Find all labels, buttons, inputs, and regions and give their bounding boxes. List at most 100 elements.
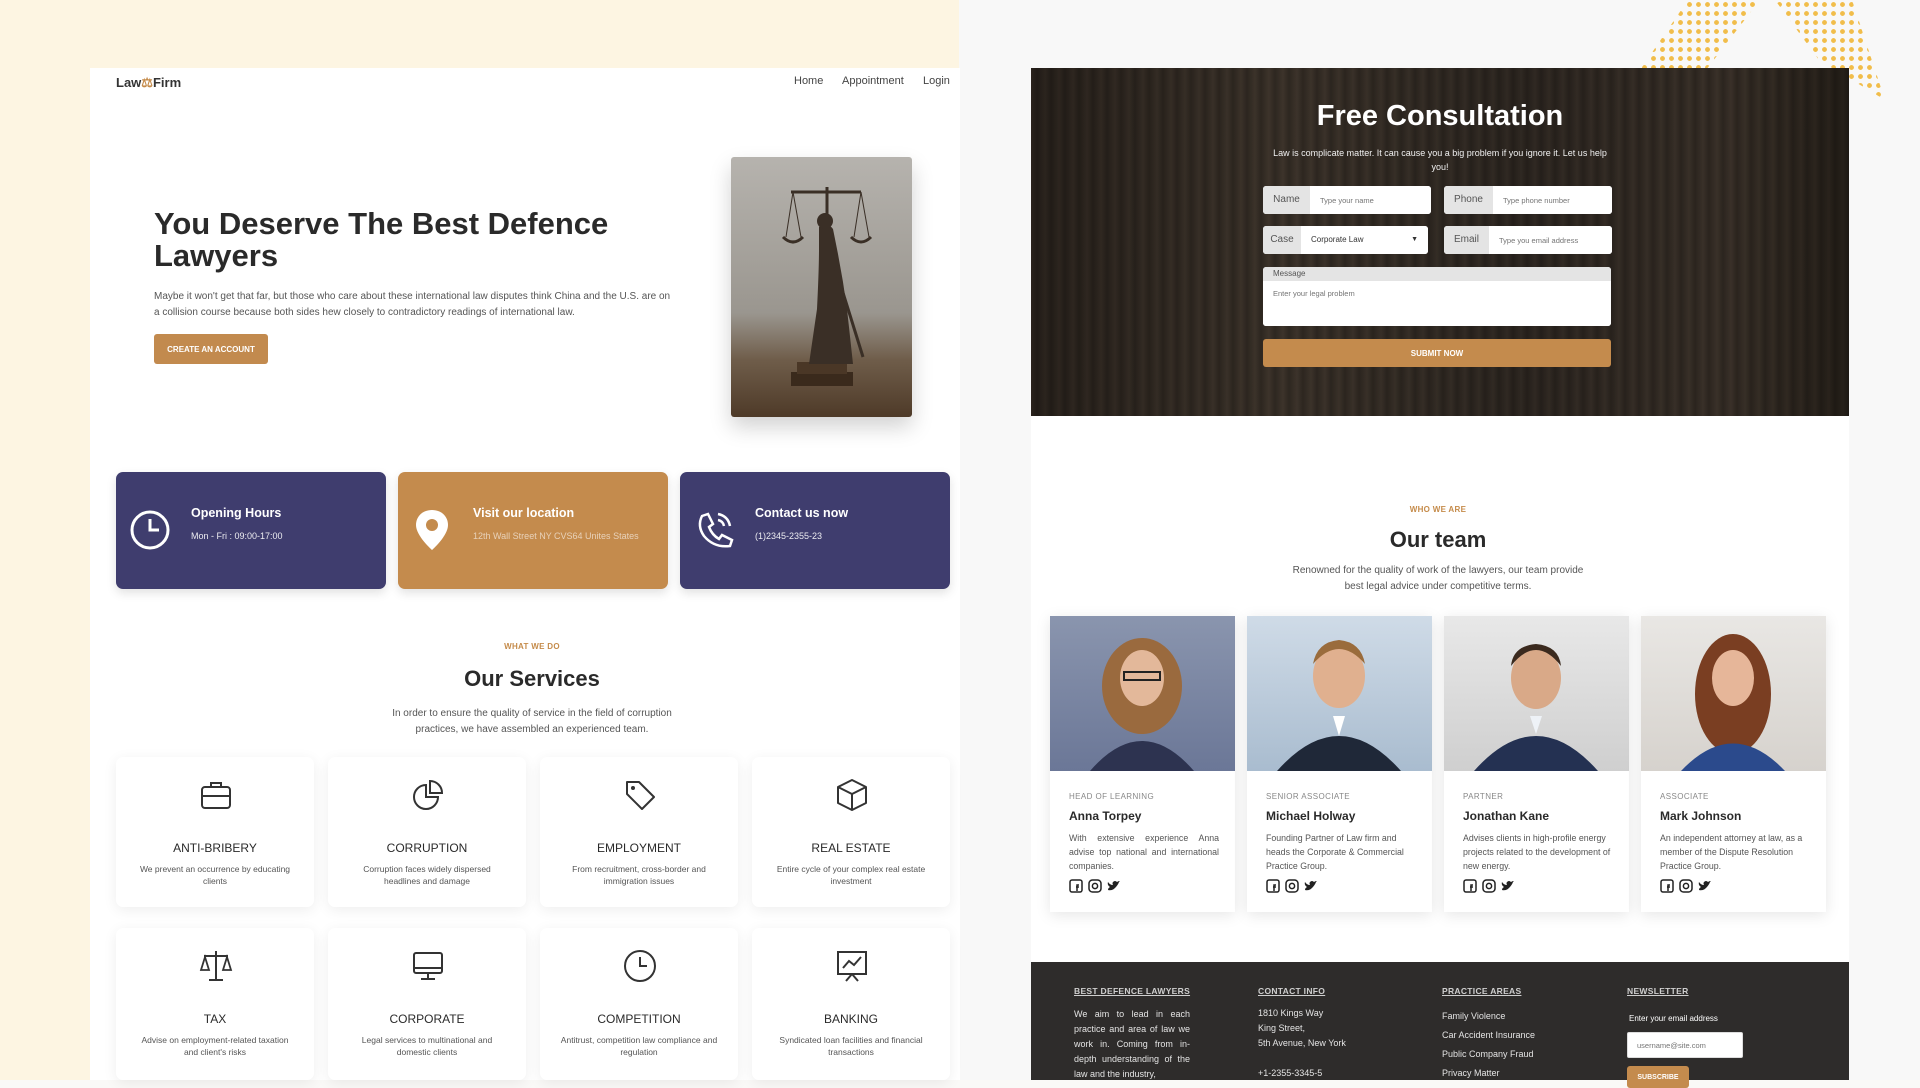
pie-chart-icon — [413, 779, 444, 810]
case-field: Case Corporate Law ▼ — [1263, 226, 1428, 254]
service-desc: Corruption faces widely dispersed headli… — [363, 864, 491, 886]
service-card-anti-bribery[interactable]: ANTI-BRIBERY We prevent an occurrence by… — [116, 757, 314, 907]
facebook-icon[interactable] — [1266, 879, 1280, 893]
twitter-icon[interactable] — [1698, 879, 1712, 893]
member-bio: Founding Partner of Law firm and heads t… — [1266, 833, 1404, 871]
nav-home-link[interactable]: Home — [794, 75, 823, 87]
phone-input[interactable] — [1493, 186, 1612, 214]
service-card-real-estate[interactable]: REAL ESTATE Entire cycle of your complex… — [752, 757, 950, 907]
service-name: BANKING — [823, 1012, 878, 1026]
twitter-icon[interactable] — [1501, 879, 1515, 893]
nav-login-link[interactable]: Login — [923, 75, 950, 87]
member-bio: An independent attorney at law, as a mem… — [1660, 833, 1803, 871]
member-role: HEAD OF LEARNING — [1069, 792, 1155, 801]
site-logo[interactable]: Law⚖Firm — [116, 75, 181, 91]
service-name: CORRUPTION — [386, 841, 468, 855]
team-member-card[interactable]: HEAD OF LEARNING Anna Torpey With extens… — [1050, 616, 1235, 912]
service-name: COMPETITION — [597, 1012, 681, 1026]
service-name: TAX — [203, 1012, 227, 1026]
service-card-tax[interactable]: TAX Advise on employment-related taxatio… — [116, 928, 314, 1080]
member-bio: With extensive experience Anna advise to… — [1069, 833, 1219, 871]
nav-appointment-link[interactable]: Appointment — [842, 75, 904, 87]
chart-board-icon — [837, 951, 867, 982]
footer-contact-heading: CONTACT INFO — [1258, 986, 1326, 996]
twitter-icon[interactable] — [1304, 879, 1318, 893]
name-label: Name — [1263, 186, 1310, 214]
service-name: REAL ESTATE — [811, 841, 891, 855]
facebook-icon[interactable] — [1660, 879, 1674, 893]
name-input[interactable] — [1310, 186, 1431, 214]
footer-practice-link[interactable]: Family Violence — [1442, 1011, 1505, 1021]
site-footer: BEST DEFENCE LAWYERS We aim to lead in e… — [1031, 962, 1849, 1088]
card-title: Opening Hours — [191, 506, 282, 520]
create-account-button[interactable]: CREATE AN ACCOUNT — [154, 334, 268, 364]
member-name: Mark Johnson — [1660, 809, 1742, 823]
member-photo — [1641, 616, 1826, 771]
email-label: Email — [1444, 226, 1489, 254]
case-value: Corporate Law — [1311, 235, 1364, 244]
card-subtitle: Mon - Fri : 09:00-17:00 — [191, 531, 283, 541]
scales-icon — [199, 951, 233, 981]
footer-about-text: We aim to lead in each practice and area… — [1074, 1009, 1190, 1079]
service-name: CORPORATE — [389, 1012, 465, 1026]
service-card-competition[interactable]: COMPETITION Antitrust, competition law c… — [540, 928, 738, 1080]
card-subtitle: (1)2345-2355-23 — [755, 531, 823, 541]
member-role: SENIOR ASSOCIATE — [1266, 792, 1351, 801]
hero-title: You Deserve The Best Defence Lawyers — [154, 206, 609, 273]
logo-text: Firm — [152, 75, 182, 90]
message-label: Message — [1263, 267, 1611, 281]
case-select[interactable]: Corporate Law ▼ — [1301, 226, 1428, 254]
phone-label: Phone — [1444, 186, 1493, 214]
contact-card: Contact us now (1)2345-2355-23 — [680, 472, 950, 589]
logo-text: Law — [116, 75, 142, 90]
instagram-icon[interactable] — [1285, 879, 1299, 893]
submit-button[interactable]: SUBMIT NOW — [1263, 339, 1611, 367]
email-input[interactable] — [1489, 226, 1612, 254]
team-member-card[interactable]: SENIOR ASSOCIATE Michael Holway Founding… — [1247, 616, 1432, 912]
member-photo — [1444, 616, 1629, 771]
message-field: Message — [1263, 267, 1611, 326]
consultation-title: Free Consultation — [1316, 100, 1564, 132]
consultation-subtitle: Law is complicate matter. It can cause y… — [1273, 148, 1607, 172]
team-member-card[interactable]: ASSOCIATE Mark Johnson An independent at… — [1641, 616, 1826, 912]
member-name: Jonathan Kane — [1463, 809, 1550, 823]
card-title: Visit our location — [473, 506, 575, 520]
footer-about-heading: BEST DEFENCE LAWYERS — [1074, 986, 1191, 996]
team-title: Our team — [1389, 527, 1487, 552]
instagram-icon[interactable] — [1088, 879, 1102, 893]
hero-text: Maybe it won't get that far, but those w… — [154, 291, 671, 318]
instagram-icon[interactable] — [1679, 879, 1693, 893]
footer-practice-link[interactable]: Car Accident Insurance — [1442, 1030, 1535, 1040]
message-textarea[interactable] — [1263, 281, 1611, 326]
services-title: Our Services — [464, 666, 600, 691]
twitter-icon[interactable] — [1107, 879, 1121, 893]
newsletter-label: Enter your email address — [1629, 1014, 1718, 1023]
instagram-icon[interactable] — [1482, 879, 1496, 893]
member-bio: Advises clients in high-profile energy p… — [1463, 833, 1611, 871]
social-links — [1660, 879, 1712, 893]
footer-practice-link[interactable]: Public Company Fraud — [1442, 1049, 1534, 1059]
team-member-card[interactable]: PARTNER Jonathan Kane Advises clients in… — [1444, 616, 1629, 912]
footer-practice-heading: PRACTICE AREAS — [1442, 986, 1522, 996]
newsletter-email-input[interactable] — [1627, 1032, 1743, 1058]
service-desc: Antitrust, competition law compliance an… — [560, 1035, 718, 1057]
facebook-icon[interactable] — [1463, 879, 1477, 893]
service-card-corporate[interactable]: CORPORATE Legal services to multinationa… — [328, 928, 526, 1080]
chevron-down-icon: ▼ — [1411, 236, 1418, 243]
footer-address-line: King Street, — [1258, 1023, 1306, 1033]
case-label: Case — [1263, 226, 1301, 254]
service-card-banking[interactable]: BANKING Syndicated loan facilities and f… — [752, 928, 950, 1080]
service-card-corruption[interactable]: CORRUPTION Corruption faces widely dispe… — [328, 757, 526, 907]
service-card-employment[interactable]: EMPLOYMENT From recruitment, cross-borde… — [540, 757, 738, 907]
footer-newsletter-heading: NEWSLETTER — [1627, 986, 1689, 996]
lady-justice-statue-image — [731, 157, 912, 417]
logo-mark: ⚖ — [141, 75, 153, 90]
service-desc: Entire cycle of your complex real estate… — [776, 864, 926, 886]
facebook-icon[interactable] — [1069, 879, 1083, 893]
service-desc: We prevent an occurrence by educating cl… — [139, 864, 291, 886]
clock-icon — [624, 950, 656, 982]
location-card: Visit our location 12th Wall Street NY C… — [398, 472, 668, 589]
service-desc: From recruitment, cross-border and immig… — [572, 864, 706, 886]
footer-practice-link[interactable]: Privacy Matter — [1442, 1068, 1500, 1078]
subscribe-button[interactable]: SUBSCRIBE — [1627, 1066, 1689, 1088]
